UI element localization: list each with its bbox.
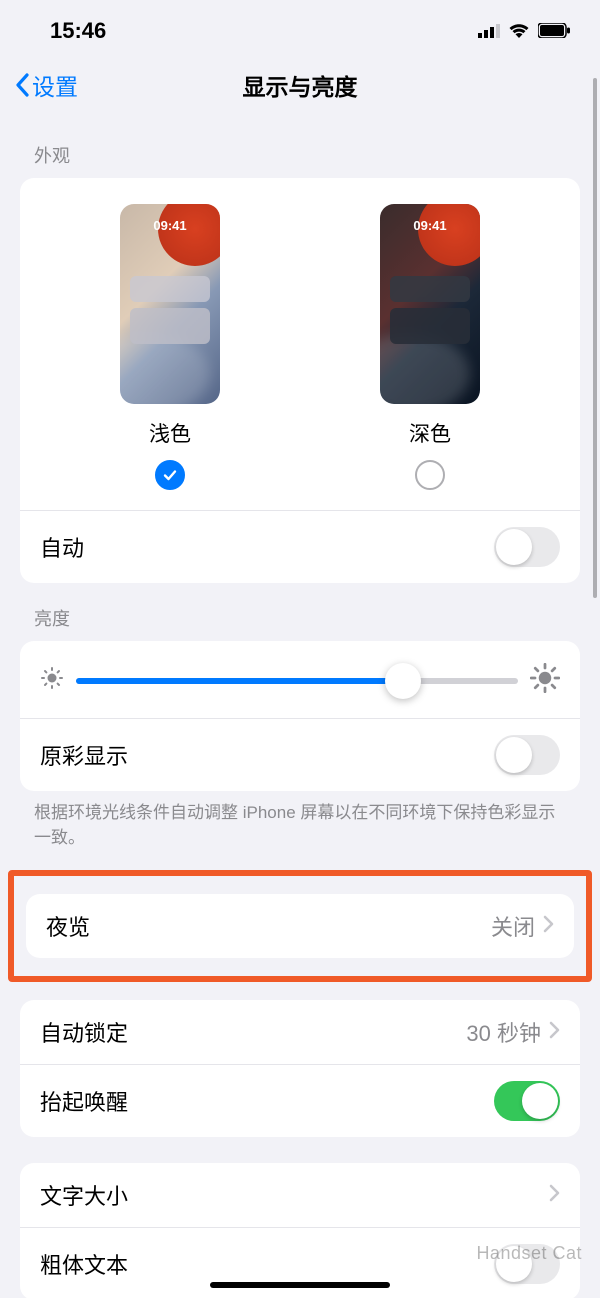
appearance-option-dark[interactable]: 09:41 深色 <box>380 204 480 490</box>
chevron-right-icon <box>549 1021 560 1044</box>
auto-lock-row[interactable]: 自动锁定 30 秒钟 <box>20 1000 580 1064</box>
nightshift-row[interactable]: 夜览 关闭 <box>26 894 574 958</box>
raise-label: 抬起唤醒 <box>40 1085 494 1117</box>
light-label: 浅色 <box>120 418 220 448</box>
bold-text-label: 粗体文本 <box>40 1248 494 1280</box>
dark-preview: 09:41 <box>380 204 480 404</box>
truetone-toggle[interactable] <box>494 735 560 775</box>
back-button[interactable]: 设置 <box>14 68 78 102</box>
light-radio[interactable] <box>155 460 185 490</box>
auto-appearance-label: 自动 <box>40 531 494 563</box>
appearance-group: 09:41 浅色 09:41 深色 自动 <box>20 178 580 583</box>
nightshift-label: 夜览 <box>46 910 491 942</box>
raise-to-wake-row: 抬起唤醒 <box>20 1064 580 1137</box>
truetone-label: 原彩显示 <box>40 739 494 771</box>
auto-lock-value: 30 秒钟 <box>466 1016 541 1048</box>
auto-appearance-row: 自动 <box>20 510 580 583</box>
wifi-icon <box>508 18 530 44</box>
section-header-brightness: 亮度 <box>0 583 600 641</box>
page-title: 显示与亮度 <box>243 68 358 102</box>
nightshift-group: 夜览 关闭 <box>26 894 574 958</box>
chevron-right-icon <box>549 1184 560 1207</box>
truetone-footer: 根据环境光线条件自动调整 iPhone 屏幕以在不同环境下保持色彩显示一致。 <box>0 791 600 854</box>
highlight-box: 夜览 关闭 <box>8 870 592 982</box>
raise-toggle[interactable] <box>494 1081 560 1121</box>
chevron-left-icon <box>14 73 30 97</box>
text-group: 文字大小 粗体文本 <box>20 1163 580 1298</box>
dark-label: 深色 <box>380 418 480 448</box>
sun-small-icon <box>40 666 64 695</box>
brightness-slider-row <box>20 641 580 718</box>
status-time: 15:46 <box>50 18 106 44</box>
nightshift-value: 关闭 <box>491 910 535 942</box>
check-icon <box>162 467 178 483</box>
back-label: 设置 <box>32 68 78 102</box>
truetone-row: 原彩显示 <box>20 718 580 791</box>
auto-appearance-toggle[interactable] <box>494 527 560 567</box>
lock-group: 自动锁定 30 秒钟 抬起唤醒 <box>20 1000 580 1137</box>
dark-radio[interactable] <box>415 460 445 490</box>
auto-lock-label: 自动锁定 <box>40 1016 466 1048</box>
sun-large-icon <box>530 663 560 698</box>
appearance-option-light[interactable]: 09:41 浅色 <box>120 204 220 490</box>
battery-icon <box>538 18 570 44</box>
text-size-row[interactable]: 文字大小 <box>20 1163 580 1227</box>
cellular-icon <box>478 18 500 44</box>
section-header-appearance: 外观 <box>0 120 600 178</box>
chevron-right-icon <box>543 915 554 938</box>
nav-bar: 设置 显示与亮度 <box>0 54 600 120</box>
status-bar: 15:46 <box>0 0 600 54</box>
scrollbar[interactable] <box>593 78 597 598</box>
home-indicator[interactable] <box>210 1282 390 1288</box>
brightness-slider[interactable] <box>76 678 518 684</box>
watermark: Handset Cat <box>476 1243 582 1264</box>
text-size-label: 文字大小 <box>40 1179 549 1211</box>
brightness-group: 原彩显示 <box>20 641 580 791</box>
light-preview: 09:41 <box>120 204 220 404</box>
